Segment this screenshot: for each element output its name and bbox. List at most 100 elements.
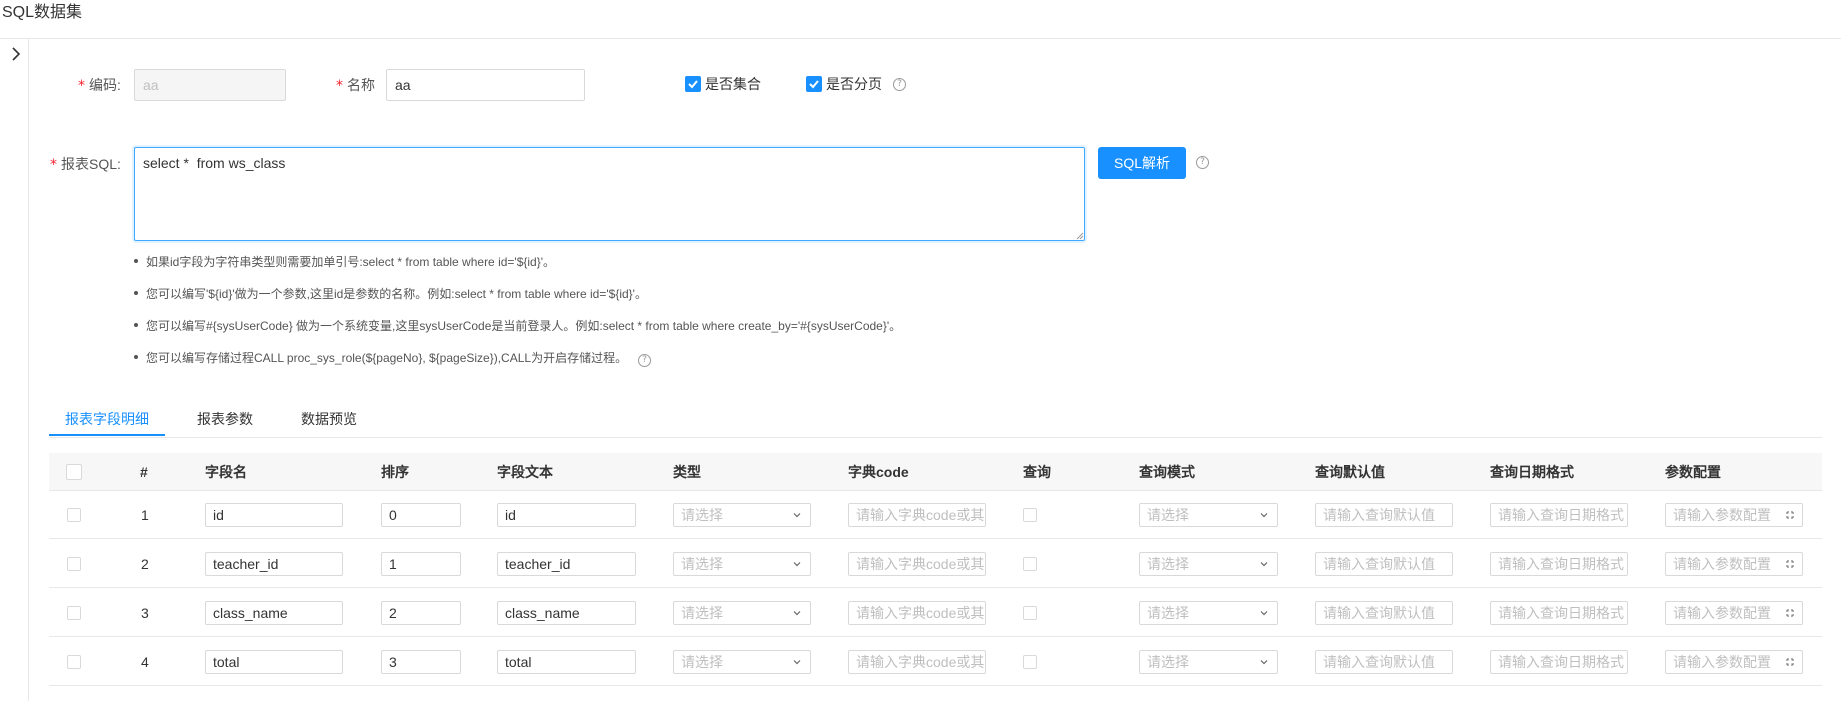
tip-item: 您可以编写存储过程CALL proc_sys_role(${pageNo}, $… (134, 348, 627, 368)
column-header: 查询默认值 (1315, 464, 1385, 480)
chevron-down-icon (793, 562, 801, 567)
table-header: # 字段名 排序 字段文本 类型 字典code 查询 查询模式 查询默认值 查询… (49, 453, 1822, 491)
chevron-right-icon (12, 47, 21, 61)
row-index: 3 (141, 605, 149, 621)
query-checkbox[interactable] (1023, 508, 1037, 522)
query-checkbox[interactable] (1023, 606, 1037, 620)
order-input[interactable]: 1 (381, 552, 461, 576)
sql-textarea[interactable] (134, 147, 1085, 241)
sidebar-toggle-button[interactable] (6, 44, 26, 64)
field-text-input[interactable]: class_name (497, 601, 636, 625)
query-mode-select[interactable]: 请选择 (1139, 503, 1278, 527)
title-divider (0, 38, 1841, 39)
sql-label: * 报表SQL: (50, 156, 121, 173)
query-checkbox[interactable] (1023, 655, 1037, 669)
query-default-input[interactable]: 请输入查询默认值 (1315, 552, 1453, 576)
date-format-input[interactable]: 请输入查询日期格式 (1490, 552, 1628, 576)
order-input[interactable]: 0 (381, 503, 461, 527)
check-icon (688, 80, 698, 89)
table-row: 3 class_name 2 class_name 请选择 请输入字典code或… (49, 589, 1822, 637)
sidebar-divider (28, 39, 29, 701)
code-input[interactable]: aa (134, 69, 286, 101)
name-label: * 名称 (336, 77, 375, 94)
required-mark: * (336, 78, 343, 94)
row-checkbox[interactable] (67, 508, 81, 522)
param-config-input[interactable]: 请输入参数配置 (1665, 650, 1803, 674)
is-paging-checkbox[interactable] (806, 76, 822, 92)
query-mode-select[interactable]: 请选择 (1139, 552, 1278, 576)
chevron-down-icon (793, 660, 801, 665)
type-select[interactable]: 请选择 (673, 552, 811, 576)
row-checkbox[interactable] (67, 606, 81, 620)
query-checkbox[interactable] (1023, 557, 1037, 571)
query-mode-select[interactable]: 请选择 (1139, 601, 1278, 625)
query-default-input[interactable]: 请输入查询默认值 (1315, 503, 1453, 527)
help-icon[interactable]: ? (893, 78, 906, 91)
date-format-input[interactable]: 请输入查询日期格式 (1490, 650, 1628, 674)
field-name-input[interactable]: teacher_id (205, 552, 343, 576)
row-index: 4 (141, 654, 149, 670)
query-mode-select[interactable]: 请选择 (1139, 650, 1278, 674)
field-name-input[interactable]: class_name (205, 601, 343, 625)
field-name-input[interactable]: id (205, 503, 343, 527)
param-config-input[interactable]: 请输入参数配置 (1665, 601, 1803, 625)
chevron-down-icon (793, 513, 801, 518)
order-input[interactable]: 3 (381, 650, 461, 674)
chevron-down-icon (1260, 611, 1268, 616)
tab-active-indicator (49, 434, 165, 436)
expand-icon[interactable] (1784, 558, 1796, 570)
row-checkbox[interactable] (67, 655, 81, 669)
expand-icon[interactable] (1784, 607, 1796, 619)
type-select[interactable]: 请选择 (673, 650, 811, 674)
dict-code-input[interactable]: 请输入字典code或其 (848, 650, 986, 674)
field-name-input[interactable]: total (205, 650, 343, 674)
field-text-input[interactable]: id (497, 503, 636, 527)
tip-item: 您可以编写#{sysUserCode} 做为一个系统变量,这里sysUserCo… (134, 316, 901, 336)
name-input[interactable]: aa (386, 69, 585, 101)
code-label: * 编码: (78, 77, 121, 94)
column-header: 查询日期格式 (1490, 464, 1574, 480)
column-header: 参数配置 (1665, 464, 1721, 480)
column-header: 字段名 (205, 464, 247, 480)
required-mark: * (78, 78, 85, 94)
chevron-down-icon (1260, 562, 1268, 567)
field-text-input[interactable]: teacher_id (497, 552, 636, 576)
select-all-checkbox[interactable] (66, 464, 82, 480)
tip-item: 您可以编写'${id}'做为一个参数,这里id是参数的名称。例如:select … (134, 284, 647, 304)
column-header: 类型 (673, 464, 701, 480)
help-icon[interactable]: ? (1196, 156, 1209, 169)
tab-data-preview[interactable]: 数据预览 (301, 404, 357, 437)
dict-code-input[interactable]: 请输入字典code或其 (848, 503, 986, 527)
is-paging-label: 是否分页 (826, 76, 882, 92)
param-config-input[interactable]: 请输入参数配置 (1665, 503, 1803, 527)
chevron-down-icon (793, 611, 801, 616)
order-input[interactable]: 2 (381, 601, 461, 625)
column-header: # (140, 464, 148, 480)
page-title: SQL数据集 (2, 4, 83, 21)
is-collection-label: 是否集合 (705, 76, 761, 92)
date-format-input[interactable]: 请输入查询日期格式 (1490, 503, 1628, 527)
is-collection-checkbox[interactable] (685, 76, 701, 92)
tab-field-details[interactable]: 报表字段明细 (65, 404, 149, 437)
param-config-input[interactable]: 请输入参数配置 (1665, 552, 1803, 576)
row-index: 2 (141, 556, 149, 572)
tab-report-params[interactable]: 报表参数 (197, 404, 253, 437)
dict-code-input[interactable]: 请输入字典code或其 (848, 601, 986, 625)
expand-icon[interactable] (1784, 656, 1796, 668)
type-select[interactable]: 请选择 (673, 601, 811, 625)
help-icon[interactable]: ? (638, 354, 651, 367)
row-checkbox[interactable] (67, 557, 81, 571)
resize-grip-icon[interactable] (1076, 232, 1084, 240)
dict-code-input[interactable]: 请输入字典code或其 (848, 552, 986, 576)
type-select[interactable]: 请选择 (673, 503, 811, 527)
date-format-input[interactable]: 请输入查询日期格式 (1490, 601, 1628, 625)
field-text-input[interactable]: total (497, 650, 636, 674)
tab-bar: 报表字段明细 报表参数 数据预览 (49, 404, 1822, 438)
column-header: 字段文本 (497, 464, 553, 480)
query-default-input[interactable]: 请输入查询默认值 (1315, 601, 1453, 625)
query-default-input[interactable]: 请输入查询默认值 (1315, 650, 1453, 674)
tip-item: 如果id字段为字符串类型则需要加单引号:select * from table … (134, 252, 555, 272)
sql-parse-button[interactable]: SQL解析 (1098, 147, 1186, 179)
expand-icon[interactable] (1784, 509, 1796, 521)
column-header: 查询 (1023, 464, 1051, 480)
